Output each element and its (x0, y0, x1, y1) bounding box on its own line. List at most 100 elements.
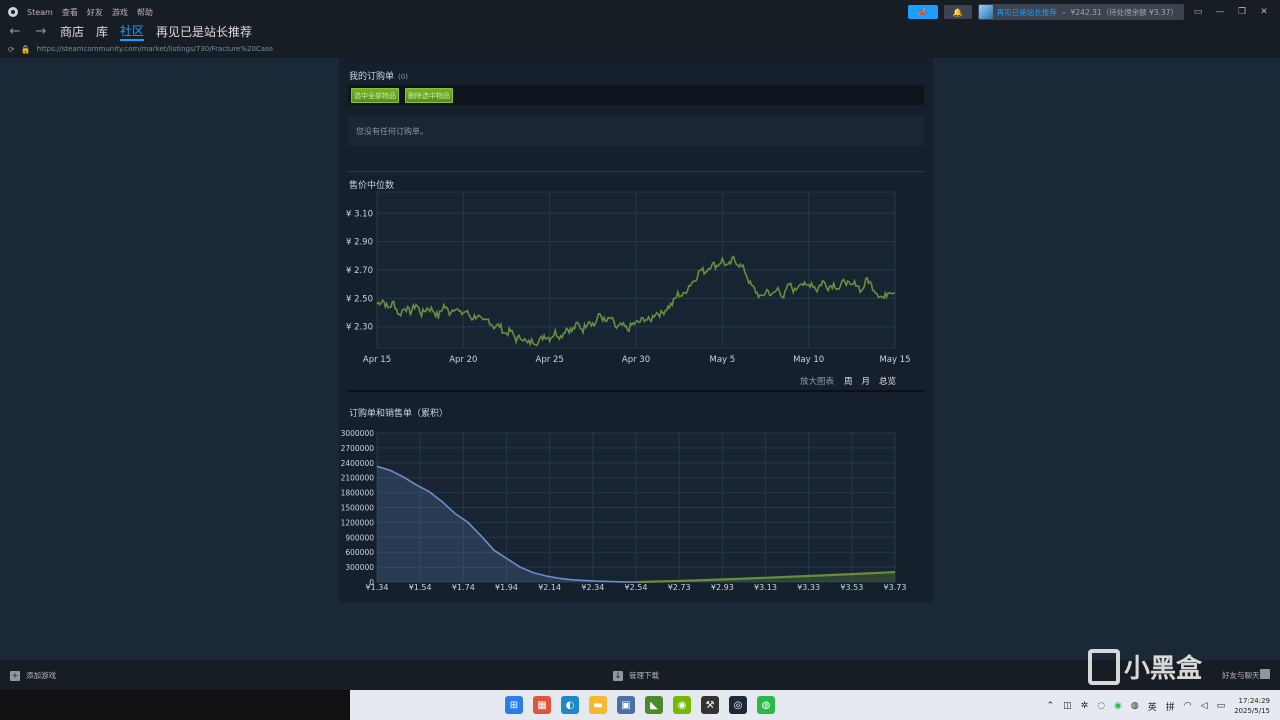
zoom-controls: 放大图表 周 月 总览 (800, 375, 896, 387)
avatar (978, 5, 993, 19)
x-tick-label: Apr 15 (363, 355, 391, 365)
forward-arrow-icon[interactable]: → (34, 24, 48, 39)
xiaoheihe-watermark: 小黑盒 (1088, 648, 1202, 685)
taskbar-apps: ⊞ ▦ ◐ ▬ ▣ ◣ ◉ ⚒ ◎ ◍ (505, 696, 775, 714)
x-tick-label: Apr 25 (536, 355, 564, 365)
x-tick-label: ¥3.33 (797, 583, 820, 592)
wifi-icon[interactable]: ◠ (1184, 701, 1192, 711)
tray-network-app-icon[interactable]: ◌ (1097, 701, 1105, 711)
account-menu[interactable]: 再见已是站长推荐 ⌄ ¥242.31（待处理余额 ¥3.37） (977, 4, 1184, 20)
announcement-button[interactable]: 📣 (907, 5, 938, 19)
folder-icon[interactable]: ▬ (589, 696, 607, 714)
notifications-button[interactable]: 🔔 (943, 5, 972, 19)
menu-steam[interactable]: Steam (27, 8, 53, 17)
chevron-up-icon[interactable]: ⌃ (1047, 701, 1055, 711)
main-nav: ← → 商店 库 社区 再见已是站长推荐 (8, 22, 252, 41)
friends-chat-button[interactable]: 好友与聊天 (1222, 670, 1260, 681)
y-tick-label: 900000 (345, 533, 374, 542)
x-tick-label: May 15 (879, 355, 910, 365)
download-icon: ↓ (613, 670, 623, 681)
y-tick-label: 1800000 (341, 489, 375, 498)
nav-library[interactable]: 库 (96, 23, 108, 40)
remote-desktop-icon[interactable]: ▣ (617, 696, 635, 714)
zoom-lifetime[interactable]: 总览 (879, 375, 896, 387)
back-arrow-icon[interactable]: ← (8, 24, 22, 39)
ime-language[interactable]: 英 (1148, 700, 1157, 713)
y-tick-label: ¥ 2.90 (346, 238, 373, 248)
edge-icon[interactable]: ◐ (561, 696, 579, 714)
x-tick-label: May 5 (709, 355, 735, 365)
market-listing-panel: 我的订购单 (0) 选中全部物品 删除选中物品 您没有任何订购单。 售价中位数 A… (339, 58, 933, 603)
volume-icon[interactable]: ◁ (1201, 701, 1208, 711)
steam-icon[interactable]: ◎ (729, 696, 747, 714)
tray-wechat-icon[interactable]: ◍ (1131, 701, 1139, 711)
system-tray: ⌃ ◫ ✲ ◌ ◉ ◍ 英 拼 ◠ ◁ ▭ 17:24:29 2025/5/15 (1047, 696, 1270, 716)
x-tick-label: May 10 (793, 355, 824, 365)
tool-icon[interactable]: ⚒ (701, 696, 719, 714)
clock-time: 17:24:29 (1238, 697, 1270, 705)
menu-bar: Steam 查看 好友 游戏 帮助 (8, 5, 153, 19)
plus-icon: + (10, 670, 20, 681)
y-tick-label: ¥ 3.10 (346, 209, 373, 219)
tray-app-icon[interactable]: ◫ (1063, 701, 1072, 711)
lock-icon: 🔒 (20, 44, 31, 54)
section-divider (348, 171, 924, 172)
ime-mode[interactable]: 拼 (1166, 700, 1175, 713)
battery-icon[interactable]: ▭ (1217, 701, 1226, 711)
depth-chart-title: 订购单和销售单（累积） (349, 409, 449, 419)
tray-settings-icon[interactable]: ✲ (1081, 701, 1089, 711)
nav-store[interactable]: 商店 (60, 23, 84, 40)
zoom-week[interactable]: 周 (844, 375, 853, 387)
x-tick-label: Apr 20 (449, 355, 477, 365)
wechat-icon[interactable]: ◍ (757, 696, 775, 714)
windows-start-icon[interactable]: ⊞ (505, 696, 523, 714)
median-price-chart[interactable]: Apr 15 Apr 20 Apr 25 Apr 30 May 5 May 10 May 1… (339, 188, 933, 368)
url-text[interactable]: https://steamcommunity.com/market/listin… (37, 45, 273, 53)
minimize-icon[interactable]: — (1212, 7, 1228, 17)
steam-title-bar: Steam 查看 好友 游戏 帮助 ← → 商店 库 社区 再见已是站长推荐 ⟳… (0, 0, 1280, 58)
menu-view[interactable]: 查看 (62, 7, 78, 18)
tray-nvidia-icon[interactable]: ◉ (1114, 701, 1122, 711)
big-picture-icon[interactable]: ▭ (1190, 7, 1206, 17)
game-app-icon[interactable]: ◣ (645, 696, 663, 714)
refresh-icon[interactable]: ⟳ (8, 45, 15, 54)
x-tick-label: ¥3.73 (884, 583, 907, 592)
y-tick-label: ¥ 2.30 (346, 323, 373, 333)
zoom-month[interactable]: 月 (861, 375, 870, 387)
x-tick-label: ¥2.54 (625, 583, 648, 592)
x-tick-label: ¥1.74 (452, 583, 475, 592)
no-orders-message: 您没有任何订购单。 (348, 116, 924, 146)
select-all-button[interactable]: 选中全部物品 (351, 88, 399, 103)
bell-icon: 🔔 (952, 7, 963, 17)
store-icon[interactable]: ▦ (533, 696, 551, 714)
nav-community[interactable]: 社区 (120, 22, 145, 41)
url-bar: ⟳ 🔒 https://steamcommunity.com/market/li… (8, 43, 273, 55)
add-game-button[interactable]: + 添加游戏 (10, 670, 56, 681)
x-tick-label: ¥2.14 (538, 583, 561, 592)
remove-selected-button[interactable]: 删除选中物品 (405, 88, 453, 103)
close-icon[interactable]: ✕ (1256, 7, 1272, 17)
nav-profile[interactable]: 再见已是站长推荐 (156, 23, 252, 40)
y-tick-label: 2700000 (341, 444, 375, 453)
menu-friends[interactable]: 好友 (87, 7, 103, 18)
windows-taskbar: ⊞ ▦ ◐ ▬ ▣ ◣ ◉ ⚒ ◎ ◍ ⌃ ◫ ✲ ◌ ◉ ◍ 英 拼 ◠ ◁ … (0, 690, 1280, 720)
zoom-label: 放大图表 (799, 377, 834, 387)
buy-orders-actions: 选中全部物品 删除选中物品 (348, 85, 924, 105)
maximize-icon[interactable]: ❐ (1234, 7, 1250, 17)
chevron-down-icon: ⌄ (1060, 8, 1067, 16)
account-area: 📣 🔔 再见已是站长推荐 ⌄ ¥242.31（待处理余额 ¥3.37） ▭ — … (907, 4, 1272, 20)
manage-downloads-button[interactable]: ↓ 管理下载 (613, 670, 659, 681)
user-name: 再见已是站长推荐 (996, 7, 1057, 17)
order-depth-chart[interactable]: ¥1.34 ¥1.54 ¥1.74 ¥1.94 ¥2.14 ¥2.34 ¥2.54 ¥2.73… (339, 424, 933, 606)
nvidia-icon[interactable]: ◉ (673, 696, 691, 714)
buy-orders-title: 我的订购单 (349, 72, 395, 82)
y-tick-label: ¥ 2.70 (346, 266, 373, 276)
clock[interactable]: 17:24:29 2025/5/15 (1234, 696, 1270, 716)
menu-help[interactable]: 帮助 (137, 7, 153, 18)
chat-icon[interactable] (1260, 669, 1270, 679)
y-tick-label: ¥ 2.50 (346, 294, 373, 304)
y-tick-label: 300000 (345, 563, 374, 572)
watermark-text: 小黑盒 (1124, 654, 1203, 684)
y-tick-label: 0 (369, 578, 374, 587)
menu-games[interactable]: 游戏 (112, 7, 128, 18)
